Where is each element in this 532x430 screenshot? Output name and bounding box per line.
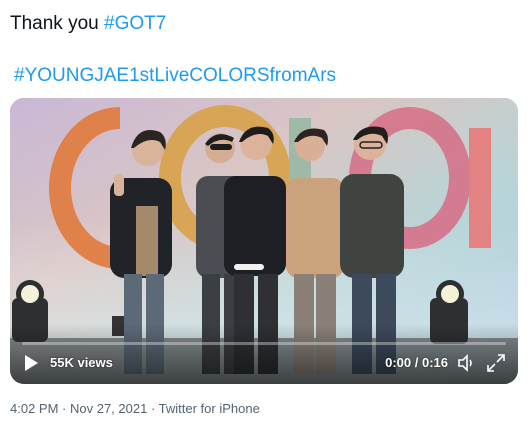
progress-bar[interactable]	[22, 342, 506, 345]
video-controls: 55K views 0:00 / 0:16	[10, 332, 518, 384]
tweet-text: Thank you	[10, 13, 104, 34]
hashtag-youngjae[interactable]: #YOUNGJAE1stLiveCOLORSfromArs	[14, 65, 336, 86]
tweet-text-line-1: Thank you #GOT7	[10, 12, 166, 36]
separator: ·	[147, 401, 159, 416]
separator: ·	[58, 401, 70, 416]
view-count: 55K views	[50, 355, 113, 370]
tweet-text-line-2: #YOUNGJAE1stLiveCOLORSfromArs	[14, 64, 336, 88]
hashtag-got7[interactable]: #GOT7	[104, 13, 166, 34]
tweet-date[interactable]: Nov 27, 2021	[70, 401, 147, 416]
tweet-time[interactable]: 4:02 PM	[10, 401, 58, 416]
play-icon[interactable]	[22, 354, 40, 372]
tweet-meta: 4:02 PM · Nov 27, 2021 · Twitter for iPh…	[10, 400, 260, 418]
fullscreen-icon[interactable]	[486, 353, 506, 373]
video-time: 0:00 / 0:16	[385, 355, 448, 370]
volume-icon[interactable]	[456, 353, 476, 373]
video-player[interactable]: 55K views 0:00 / 0:16	[10, 98, 518, 384]
tweet-source[interactable]: Twitter for iPhone	[159, 401, 260, 416]
